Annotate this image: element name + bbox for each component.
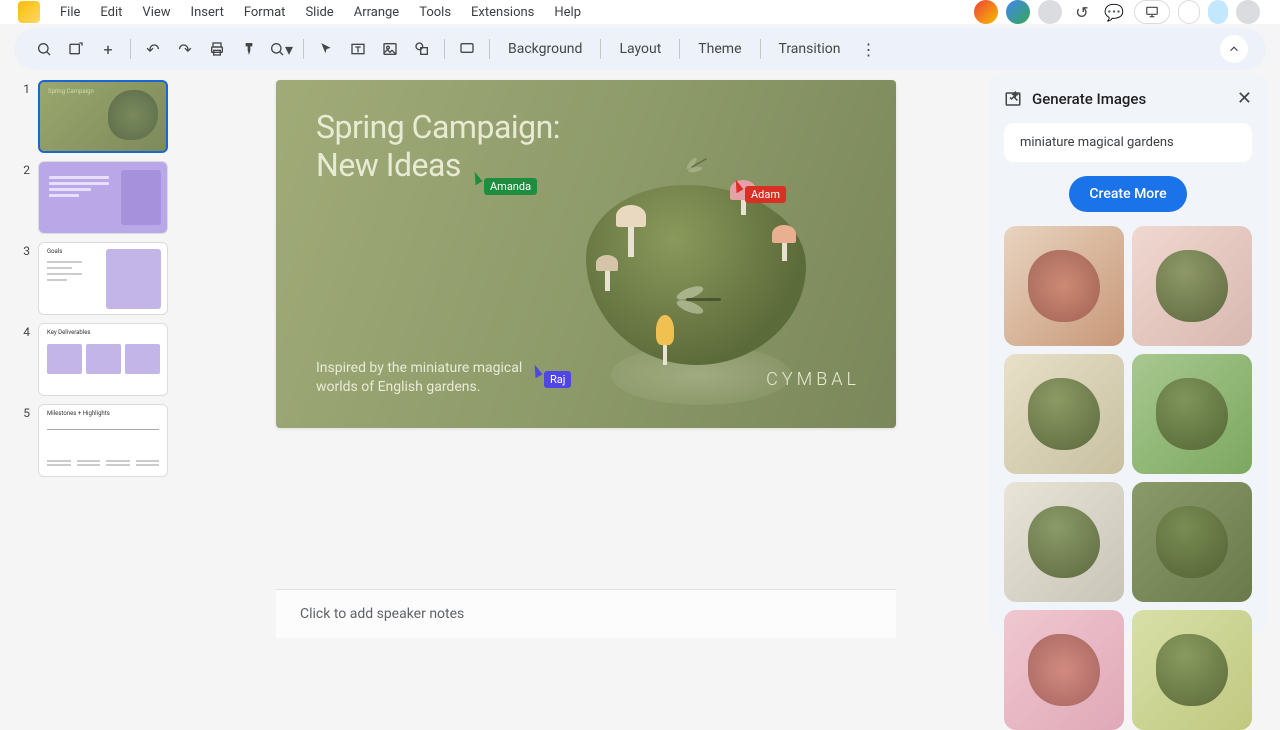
menu-view[interactable]: View (142, 5, 170, 20)
generated-image-tile[interactable] (1132, 482, 1252, 602)
generated-image-tile[interactable] (1004, 226, 1124, 346)
collaborator-avatar[interactable] (974, 0, 998, 24)
select-tool-icon[interactable] (314, 37, 338, 61)
menu-extensions[interactable]: Extensions (471, 5, 534, 20)
slide-canvas[interactable]: Spring Campaign:New Ideas Inspired by th… (276, 80, 896, 428)
toolbar: + ↶ ↷ ▾ Background Layout Theme Transiti… (14, 28, 1266, 70)
canvas-area: Spring Campaign:New Ideas Inspired by th… (264, 74, 988, 644)
menu-help[interactable]: Help (554, 5, 581, 20)
slide-thumbnail-4[interactable]: Key Deliverables (38, 323, 168, 396)
collapse-toolbar-icon[interactable] (1220, 35, 1248, 63)
menu-edit[interactable]: Edit (100, 5, 122, 20)
share-button[interactable] (1178, 0, 1200, 24)
zoom-icon[interactable]: ▾ (269, 37, 293, 61)
menu-slide[interactable]: Slide (305, 5, 333, 20)
present-button[interactable] (1134, 0, 1170, 24)
add-icon[interactable]: + (96, 37, 120, 61)
sidebar-title: Generate Images (1032, 90, 1227, 108)
paint-format-icon[interactable] (237, 37, 261, 61)
shape-icon[interactable] (410, 37, 434, 61)
create-more-button[interactable]: Create More (1069, 176, 1186, 212)
transition-button[interactable]: Transition (771, 37, 849, 61)
thumb-number: 2 (20, 161, 30, 234)
more-tools-icon[interactable]: ⋮ (857, 37, 881, 61)
comment-tool-icon[interactable] (455, 37, 479, 61)
undo-icon[interactable]: ↶ (141, 37, 165, 61)
generated-image-tile[interactable] (1132, 226, 1252, 346)
background-button[interactable]: Background (500, 37, 590, 61)
theme-button[interactable]: Theme (690, 37, 749, 61)
menu-file[interactable]: File (60, 5, 80, 20)
slides-app-icon[interactable] (18, 1, 40, 23)
layout-button[interactable]: Layout (611, 37, 669, 61)
image-prompt-input[interactable] (1004, 123, 1252, 162)
generate-images-panel: Generate Images ✕ Create More (988, 74, 1268, 632)
new-slide-icon[interactable] (64, 37, 88, 61)
thumb-number: 3 (20, 242, 30, 315)
thumb-title: Key Deliverables (47, 329, 91, 336)
menu-arrange[interactable]: Arrange (354, 5, 399, 20)
slide-thumbnail-1[interactable]: Spring Campaign (38, 80, 168, 153)
thumb-title: Milestones + Highlights (47, 410, 110, 417)
slide-thumbnails[interactable]: 1 Spring Campaign 2 3 Goals 4 Key (0, 74, 264, 644)
thumb-title: Goals (47, 248, 62, 255)
generated-image-tile[interactable] (1132, 610, 1252, 730)
print-icon[interactable] (205, 37, 229, 61)
menu-format[interactable]: Format (244, 5, 286, 20)
close-icon[interactable]: ✕ (1237, 88, 1252, 109)
speaker-notes[interactable]: Click to add speaker notes (276, 589, 896, 638)
search-icon[interactable] (32, 37, 56, 61)
generated-image-tile[interactable] (1004, 354, 1124, 474)
collaborator-avatar[interactable] (1038, 0, 1062, 24)
generated-image-tile[interactable] (1004, 482, 1124, 602)
generated-image-tile[interactable] (1004, 610, 1124, 730)
text-box-icon[interactable] (346, 37, 370, 61)
slide-thumbnail-3[interactable]: Goals (38, 242, 168, 315)
generated-images-grid (1004, 226, 1252, 730)
share-button-primary[interactable] (1208, 0, 1228, 24)
slide-thumbnail-5[interactable]: Milestones + Highlights (38, 404, 168, 477)
generated-image-tile[interactable] (1132, 354, 1252, 474)
menu-tools[interactable]: Tools (419, 5, 451, 20)
slide-hero-image[interactable] (556, 125, 846, 405)
generate-image-icon (1004, 90, 1022, 108)
collaborator-avatar[interactable] (1006, 0, 1030, 24)
thumb-number: 5 (20, 404, 30, 477)
collaborator-cursor-adam: Adam (733, 180, 786, 203)
redo-icon[interactable]: ↷ (173, 37, 197, 61)
thumb-number: 4 (20, 323, 30, 396)
account-avatar[interactable] (1236, 0, 1260, 24)
comment-icon[interactable]: 💬 (1102, 0, 1126, 24)
collaborator-cursor-raj: Raj (532, 365, 571, 388)
header-right: ↺ 💬 (974, 0, 1260, 24)
history-icon[interactable]: ↺ (1070, 0, 1094, 24)
menu-insert[interactable]: Insert (191, 5, 224, 20)
collaborator-cursor-amanda: Amanda (472, 172, 537, 195)
image-icon[interactable] (378, 37, 402, 61)
slide-subtitle[interactable]: Inspired by the miniature magical worlds… (316, 359, 536, 398)
thumb-number: 1 (20, 80, 30, 153)
slide-thumbnail-2[interactable] (38, 161, 168, 234)
thumb-title: Spring Campaign (48, 88, 94, 95)
